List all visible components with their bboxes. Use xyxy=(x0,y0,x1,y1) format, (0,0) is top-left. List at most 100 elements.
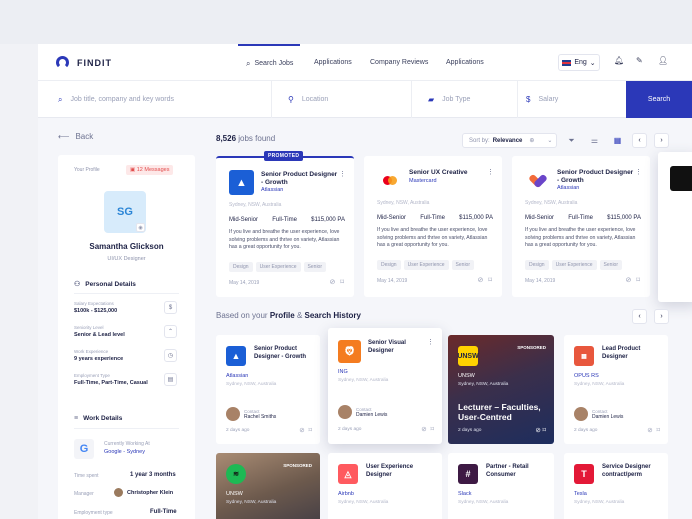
prev-arrow-icon[interactable]: ‹ xyxy=(632,309,647,324)
company-name[interactable]: OPUS RS xyxy=(574,373,599,379)
company-name[interactable]: Atlassian xyxy=(261,187,283,193)
app-logo[interactable]: FINDIT xyxy=(56,56,112,69)
manager-value[interactable]: Christopher Klein xyxy=(114,488,173,497)
messages-badge[interactable]: ▣ 12 Messages xyxy=(126,165,174,175)
contact-name[interactable]: Damien Lewis xyxy=(592,414,623,420)
hide-icon[interactable]: ⊘ xyxy=(626,276,632,284)
tag[interactable]: Design xyxy=(229,262,253,272)
bookmark-icon[interactable]: ⌑ xyxy=(431,425,434,433)
nav-applications-2[interactable]: Applications xyxy=(446,44,484,81)
hide-icon[interactable]: ⊘ xyxy=(478,276,484,284)
bookmark-icon[interactable]: ⌑ xyxy=(340,278,344,286)
hide-icon[interactable]: ⊘ xyxy=(421,425,426,433)
tag[interactable]: User Experience xyxy=(255,262,301,272)
job-title[interactable]: Senior UX Creative xyxy=(409,169,489,177)
job-title[interactable]: Lead Product Designer xyxy=(602,346,664,361)
prev-arrow-icon[interactable]: ‹ xyxy=(632,133,647,148)
small-job-card[interactable]: T Service Designer contract/perm Tesla S… xyxy=(564,453,668,519)
hide-icon[interactable]: ⊘ xyxy=(299,426,304,434)
job-title[interactable]: Senior Product Designer - Growth xyxy=(261,171,341,187)
next-arrow-icon[interactable]: › xyxy=(654,133,669,148)
filter-icon[interactable]: ⏷ xyxy=(564,133,579,148)
clock-icon[interactable]: ◷ xyxy=(164,349,177,362)
tag[interactable]: Senior xyxy=(599,260,622,270)
job-card[interactable]: ▲ Senior Product Designer - Growth Atlas… xyxy=(216,156,354,297)
camera-icon[interactable]: ◉ xyxy=(136,223,145,232)
detail-key: Employment Type xyxy=(74,373,110,378)
company-name[interactable]: Atlassian xyxy=(557,185,579,191)
hide-icon[interactable]: ⊘ xyxy=(647,426,652,434)
job-location: Sydney, NSW, Australia xyxy=(226,500,277,505)
company-name[interactable]: Airbnb xyxy=(338,491,354,497)
job-date: May 14, 2019 xyxy=(377,278,408,284)
contact-name[interactable]: Rachel Smiths xyxy=(244,414,276,420)
bookmark-icon[interactable]: ⌑ xyxy=(657,426,660,434)
hide-icon[interactable]: ⊘ xyxy=(535,427,540,434)
sponsored-card[interactable]: SPONSORED UNSW UNSW Sydney, NSW, Austral… xyxy=(448,335,554,444)
company-name[interactable]: Atlassian xyxy=(226,373,248,379)
small-job-card[interactable]: ▦ Lead Product Designer OPUS RS Sydney, … xyxy=(564,335,668,444)
language-selector[interactable]: Eng ⌄ xyxy=(558,54,600,71)
more-icon[interactable]: ⋮ xyxy=(339,170,346,178)
company-name[interactable]: UNSW xyxy=(226,491,243,497)
small-job-card[interactable]: # Partner - Retail Consumer Slack Sydney… xyxy=(448,453,554,519)
job-title[interactable]: Service Designer contract/perm xyxy=(602,464,664,479)
user-icon[interactable]: 👤︎ xyxy=(658,56,668,65)
company-name[interactable]: Mastercard xyxy=(409,178,437,184)
company-name[interactable]: UNSW xyxy=(458,373,475,379)
bell-icon[interactable]: 🔔︎ xyxy=(614,56,624,65)
dollar-icon[interactable]: $ xyxy=(164,301,177,314)
contact-name[interactable]: Damien Lewis xyxy=(356,412,387,418)
job-title[interactable]: User Experience Designer xyxy=(366,464,428,479)
tag[interactable]: User Experience xyxy=(403,260,449,270)
company-name[interactable]: Slack xyxy=(458,491,471,497)
tag[interactable]: Design xyxy=(377,260,401,270)
salary-select[interactable]: $ Salary xyxy=(526,81,622,118)
sliders-icon[interactable]: ⚌ xyxy=(587,133,602,148)
job-card[interactable]: Senior UX Creative Mastercard ⋮ Sydney, … xyxy=(364,156,502,297)
small-job-card[interactable]: ▲ Senior Product Designer - Growth Atlas… xyxy=(216,335,320,444)
more-icon[interactable]: ⋮ xyxy=(635,168,642,176)
small-job-card[interactable]: ◬ User Experience Designer Airbnb Sydney… xyxy=(328,453,442,519)
grid-view-icon[interactable]: ▦ xyxy=(610,133,625,148)
sponsored-headline[interactable]: Lecturer – Faculties, User-Centred xyxy=(458,402,553,422)
tag[interactable]: User Experience xyxy=(551,260,597,270)
hide-icon[interactable]: ⊘ xyxy=(330,278,336,286)
edit-icon[interactable]: ✎ xyxy=(636,56,643,65)
job-title[interactable]: Senior Product Designer - Growth xyxy=(557,169,637,185)
bookmark-icon[interactable]: ⌑ xyxy=(488,276,492,284)
job-type-select[interactable]: ▰ Job Type xyxy=(428,81,518,118)
divider xyxy=(74,428,179,429)
job-title[interactable]: Partner - Retail Consumer xyxy=(486,464,548,479)
location-input[interactable]: ⚲ Location xyxy=(288,81,412,118)
bookmark-icon[interactable]: ⌑ xyxy=(309,426,312,434)
job-card[interactable]: Senior Product Designer - Growth Atlassi… xyxy=(512,156,650,297)
tag[interactable]: Senior xyxy=(303,262,326,272)
more-icon[interactable]: ⋮ xyxy=(427,338,434,346)
chevron-up-icon[interactable]: ⌃ xyxy=(164,325,177,338)
tag[interactable]: Design xyxy=(525,260,549,270)
keyword-input[interactable]: ⌕ Job title, company and key words xyxy=(58,81,272,118)
bookmark-icon[interactable]: ⌑ xyxy=(636,276,640,284)
briefcase-icon[interactable]: ▤ xyxy=(164,373,177,386)
company-name[interactable]: Tesla xyxy=(574,491,587,497)
detail-key: Salary Expectations xyxy=(74,301,114,306)
more-icon[interactable]: ⋮ xyxy=(487,168,494,176)
job-title[interactable]: Senior Product Designer - Growth xyxy=(254,346,316,361)
nav-applications[interactable]: Applications xyxy=(314,44,352,81)
company-name[interactable]: ING xyxy=(338,369,348,375)
sort-dropdown[interactable]: Sort by: Relevance ⊕ ⌄ xyxy=(462,133,557,148)
nav-search-jobs[interactable]: ⌕ Search Jobs xyxy=(238,44,300,81)
sponsored-card[interactable]: SPONSORED ≋ UNSW Sydney, NSW, Australia xyxy=(216,453,320,519)
bookmark-icon[interactable]: ⌑ xyxy=(543,427,546,434)
next-arrow-icon[interactable]: › xyxy=(654,309,669,324)
search-button[interactable]: Search xyxy=(626,81,692,118)
tag[interactable]: Senior xyxy=(451,260,474,270)
job-title[interactable]: Senior Visual Designer xyxy=(368,340,430,355)
small-job-card[interactable]: 🦁︎ Senior Visual Designer ⋮ ING Sydney, … xyxy=(328,328,442,444)
current-employer[interactable]: Google - Sydney xyxy=(104,449,145,455)
job-card-partial[interactable] xyxy=(658,152,692,302)
nav-company-reviews[interactable]: Company Reviews xyxy=(370,44,428,81)
manager-avatar xyxy=(114,488,123,497)
back-link[interactable]: ⟵ Back xyxy=(58,132,93,141)
